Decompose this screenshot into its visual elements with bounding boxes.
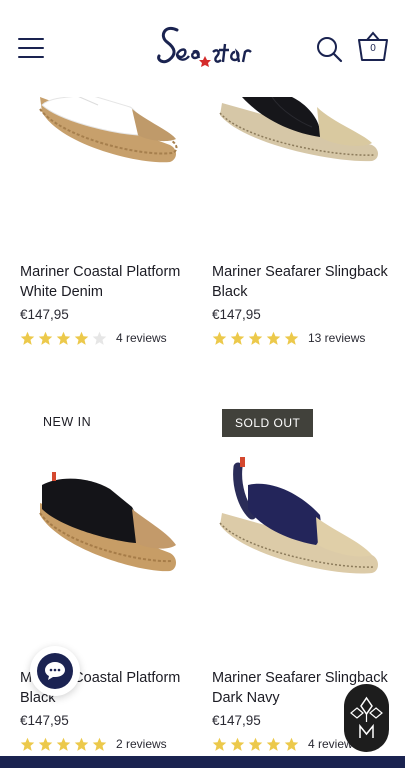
site-header: 0 (0, 0, 405, 97)
product-rating: 13 reviews (212, 330, 365, 346)
product-price: €147,95 (20, 307, 69, 322)
star-filled-icon (38, 331, 53, 345)
star-filled-icon (20, 331, 35, 345)
star-empty-icon (92, 331, 107, 345)
sea-star-logo (157, 27, 252, 67)
star-filled-icon (212, 331, 227, 345)
hamburger-line (18, 56, 44, 58)
chat-button-inner (37, 653, 73, 689)
product-rating: 4 reviews (20, 330, 167, 346)
product-rating: 2 reviews (20, 736, 167, 752)
product-price: €147,95 (20, 713, 69, 728)
m-widget-button[interactable] (344, 684, 389, 752)
star-filled-icon (284, 737, 299, 751)
product-price: €147,95 (212, 713, 261, 728)
star-rating (20, 331, 107, 346)
star-filled-icon (20, 737, 35, 751)
m-logo-icon (350, 696, 383, 738)
star-filled-icon (248, 737, 263, 751)
new-in-badge: NEW IN (30, 409, 105, 435)
product-price: €147,95 (212, 307, 261, 322)
hamburger-line (18, 47, 44, 49)
product-image[interactable] (20, 445, 205, 635)
star-filled-icon (74, 331, 89, 345)
star-filled-icon (266, 331, 281, 345)
star-filled-icon (212, 737, 227, 751)
star-filled-icon (92, 737, 107, 751)
search-icon (317, 37, 343, 63)
star-rating (212, 331, 299, 346)
star-filled-icon (230, 331, 245, 345)
cart-count: 0 (370, 43, 376, 54)
chat-bubble-icon (45, 662, 65, 680)
menu-button[interactable] (18, 38, 44, 60)
review-count[interactable]: 13 reviews (308, 331, 365, 345)
star-rating (20, 737, 107, 752)
product-title[interactable]: Mariner Seafarer Slingback Black (212, 262, 392, 302)
star-filled-icon (230, 737, 245, 751)
chat-button[interactable] (30, 646, 80, 696)
product-title[interactable]: Mariner Coastal Platform White Denim (20, 262, 200, 302)
star-filled-icon (284, 331, 299, 345)
shoe-black-platform-image (39, 472, 176, 572)
product-image[interactable] (212, 445, 397, 635)
hamburger-menu-icon (18, 38, 44, 40)
sold-out-badge: SOLD OUT (222, 409, 314, 437)
star-filled-icon (248, 331, 263, 345)
search-button[interactable] (315, 35, 343, 63)
bottom-bar (0, 756, 405, 768)
cart-button[interactable]: 0 (356, 30, 390, 64)
star-filled-icon (74, 737, 89, 751)
shoe-navy-slingback-image (219, 457, 378, 574)
star-filled-icon (38, 737, 53, 751)
review-count[interactable]: 2 reviews (116, 737, 167, 751)
product-rating: 4 reviews (212, 736, 359, 752)
star-filled-icon (56, 331, 71, 345)
brand-logo[interactable] (155, 14, 255, 84)
star-rating (212, 737, 299, 752)
star-filled-icon (56, 737, 71, 751)
star-filled-icon (266, 737, 281, 751)
review-count[interactable]: 4 reviews (116, 331, 167, 345)
